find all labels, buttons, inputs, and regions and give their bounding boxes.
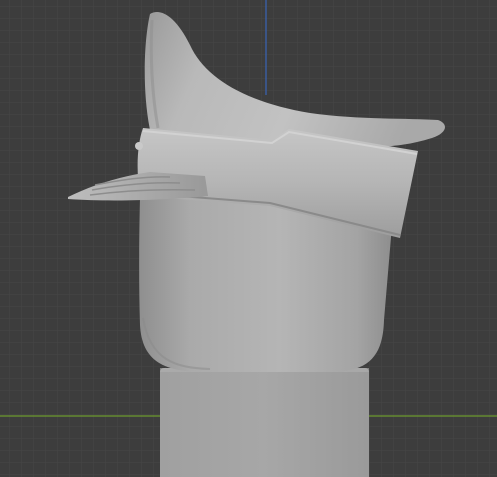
base-block[interactable] <box>160 368 369 477</box>
3d-viewport[interactable] <box>0 0 497 477</box>
band-button <box>135 142 143 150</box>
viewport-canvas[interactable] <box>0 0 497 477</box>
